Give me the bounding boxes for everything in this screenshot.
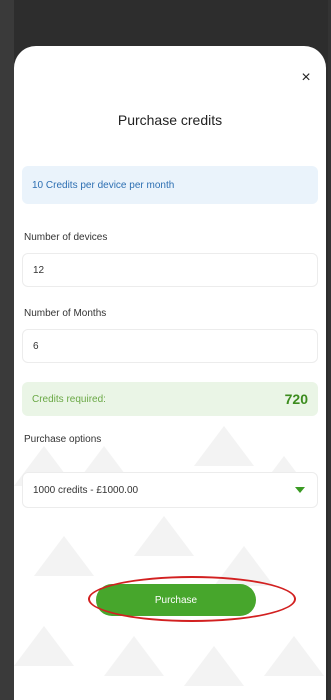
purchase-credits-sheet: × Purchase credits 10 Credits per device… — [14, 46, 326, 700]
app-frame: × Purchase credits 10 Credits per device… — [0, 0, 331, 700]
devices-input-value: 12 — [33, 264, 45, 276]
purchase-options-select[interactable]: 1000 credits - £1000.00 — [22, 472, 318, 508]
modal-title: Purchase credits — [117, 112, 223, 128]
info-banner: 10 Credits per device per month — [22, 166, 318, 204]
months-label: Number of Months — [24, 308, 107, 319]
triangle-pattern-background — [14, 426, 324, 686]
background-left-strip — [0, 0, 14, 700]
purchase-options-selected: 1000 credits - £1000.00 — [33, 484, 139, 496]
devices-input[interactable]: 12 — [22, 253, 318, 287]
purchase-options-label: Purchase options — [24, 434, 102, 445]
close-icon: × — [301, 69, 311, 86]
purchase-button[interactable]: Purchase — [96, 584, 256, 616]
close-button[interactable]: × — [294, 66, 318, 90]
months-input-value: 6 — [33, 340, 39, 352]
credits-required-box: Credits required: 720 — [22, 382, 318, 416]
credits-required-label: Credits required: — [32, 393, 106, 405]
devices-label: Number of devices — [24, 232, 108, 243]
caret-down-icon — [295, 487, 305, 493]
credits-required-value: 720 — [284, 391, 308, 407]
months-input[interactable]: 6 — [22, 329, 318, 363]
